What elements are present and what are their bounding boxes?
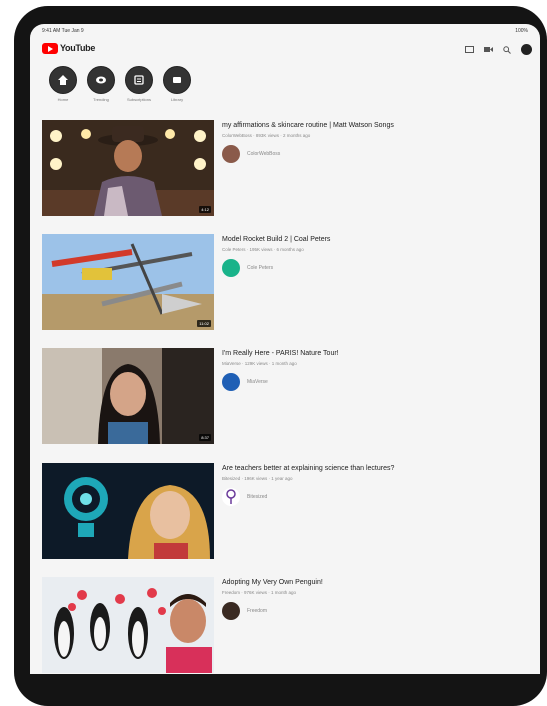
video-thumbnail[interactable]: 8:37 [42,348,214,444]
video-title[interactable]: Adopting My Very Own Penguin! [222,579,522,586]
status-time: 9:41 AM Tue Jan 9 [42,28,84,34]
video-item[interactable]: Adopting My Very Own Penguin! Freedom · … [42,577,532,673]
video-thumbnail[interactable]: 11:02 [42,234,214,330]
channel-row[interactable]: Bitesized [222,488,522,506]
video-info: my affirmations & skincare routine | Mat… [222,122,522,163]
channel-name[interactable]: Bitesized [247,494,267,500]
shortcut-home[interactable]: Home [48,66,78,102]
video-item[interactable]: 11:02 Model Rocket Build 2 | Coal Peters… [42,234,532,330]
channel-avatar[interactable] [222,602,240,620]
video-info: I'm Really Here - PARIS! Nature Tour! Mi… [222,350,522,391]
channel-avatar[interactable] [222,145,240,163]
video-item[interactable]: 8:37 I'm Really Here - PARIS! Nature Tou… [42,348,532,444]
channel-name[interactable]: Freedom [247,608,267,614]
video-meta: MiaVerse · 129K views · 1 month ago [222,361,297,366]
shortcut-label: Trending [93,97,109,102]
channel-name[interactable]: ColorWebBoss [247,151,280,157]
video-title[interactable]: Are teachers better at explaining scienc… [222,465,522,472]
status-battery: 100% [515,28,528,34]
shortcut-subscriptions[interactable]: Subscriptions [124,66,154,102]
video-info: Are teachers better at explaining scienc… [222,465,522,506]
status-bar: 9:41 AM Tue Jan 9 100% [30,24,540,38]
channel-row[interactable]: MiaVerse [222,373,522,391]
video-item[interactable]: 4:12 my affirmations & skincare routine … [42,120,532,216]
cast-icon[interactable] [464,45,474,55]
video-meta: Cole Peters · 195K views · 6 months ago [222,247,304,252]
trending-icon [87,66,115,94]
channel-avatar[interactable] [222,488,240,506]
video-meta: Bitesized · 196K views · 1 year ago [222,476,293,481]
shortcut-trending[interactable]: Trending [86,66,116,102]
video-thumbnail[interactable] [42,577,214,673]
youtube-play-icon [42,42,58,54]
youtube-logo[interactable]: YouTube [42,42,95,54]
home-icon [49,66,77,94]
channel-row[interactable]: Freedom [222,602,522,620]
bulb-icon [226,489,236,504]
camera-icon[interactable] [483,45,493,55]
channel-avatar[interactable] [222,373,240,391]
shortcut-library[interactable]: Library [162,66,192,102]
subscriptions-icon [125,66,153,94]
video-meta: ColorWebBoss · 893K views · 2 months ago [222,133,311,138]
video-duration: 4:12 [199,206,211,213]
shortcut-label: Home [57,97,69,102]
channel-name[interactable]: MiaVerse [247,379,268,385]
channel-row[interactable]: Cole Peters [222,259,522,277]
video-thumbnail[interactable]: 4:12 [42,120,214,216]
video-duration: 8:37 [199,434,211,441]
top-actions [464,44,532,55]
shortcut-row: Home Trending Subscriptions Library [48,66,192,102]
video-title[interactable]: I'm Really Here - PARIS! Nature Tour! [222,350,522,357]
app-name: YouTube [60,43,96,53]
library-icon [163,66,191,94]
video-meta: Freedom · 976K views · 1 month ago [222,590,297,595]
video-title[interactable]: Model Rocket Build 2 | Coal Peters [222,236,522,243]
app-screen: 9:41 AM Tue Jan 9 100% YouTube Home Tren… [30,24,540,674]
video-info: Model Rocket Build 2 | Coal Peters Cole … [222,236,522,277]
video-info: Adopting My Very Own Penguin! Freedom · … [222,579,522,620]
channel-avatar[interactable] [222,259,240,277]
search-icon[interactable] [502,45,512,55]
account-avatar[interactable] [521,44,532,55]
shortcut-label: Library [170,97,184,102]
video-title[interactable]: my affirmations & skincare routine | Mat… [222,122,522,129]
video-item[interactable]: Are teachers better at explaining scienc… [42,463,532,559]
video-thumbnail[interactable] [42,463,214,559]
video-duration: 11:02 [197,320,211,327]
channel-name[interactable]: Cole Peters [247,265,273,271]
shortcut-label: Subscriptions [126,97,151,102]
top-bar: YouTube [30,38,540,60]
channel-row[interactable]: ColorWebBoss [222,145,522,163]
